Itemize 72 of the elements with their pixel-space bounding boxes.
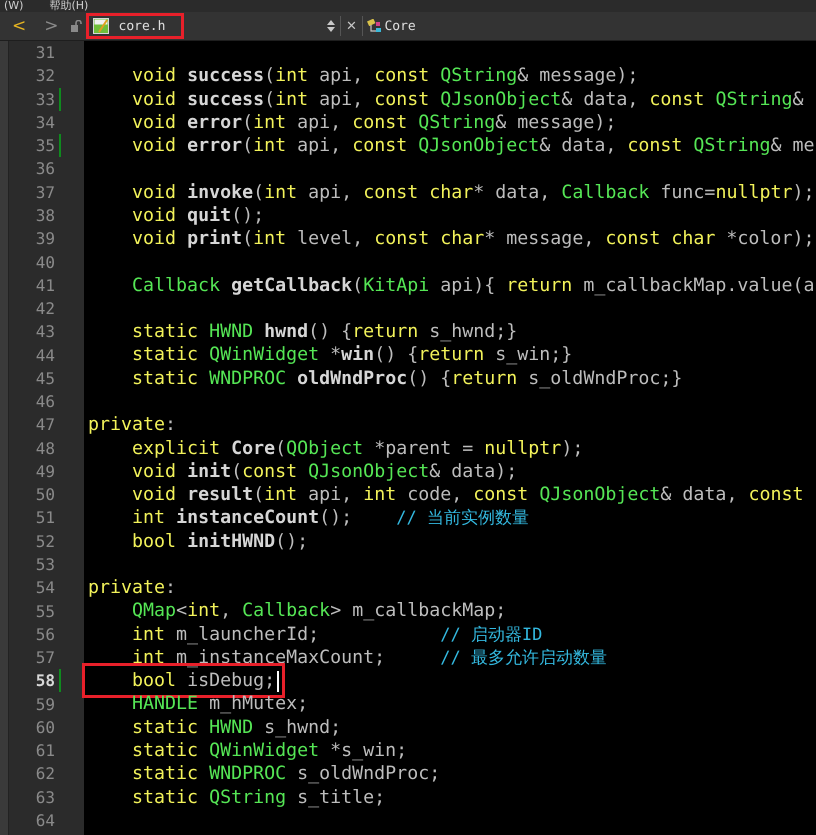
menu-item[interactable]: (W) — [4, 0, 24, 12]
line-number: 51 — [34, 508, 55, 528]
close-button[interactable]: × — [344, 16, 358, 36]
line-number: 41 — [34, 276, 55, 295]
code-line: int instanceCount(); // 当前实例数量 — [131, 506, 529, 530]
line-number: 52 — [34, 532, 55, 551]
code-line: Callback getCallback(KitApi api){ return m_callbackMap.value(a — [131, 274, 814, 297]
line-number: 34 — [34, 112, 55, 132]
code-line: void error(int api, const QString& message); — [131, 110, 616, 134]
text-cursor — [277, 670, 280, 692]
line-number: 61 — [34, 741, 55, 760]
line-number: 46 — [34, 392, 55, 412]
line-number: 32 — [34, 66, 55, 86]
line-number: 43 — [34, 322, 55, 342]
file-icon — [92, 18, 108, 34]
line-number: 39 — [34, 229, 55, 248]
code-line: private: — [88, 576, 176, 600]
line-number: 38 — [34, 206, 55, 225]
code-line: static QString s_title; — [131, 786, 386, 809]
code-line: bool initHWND(); — [131, 530, 308, 553]
line-number: 57 — [34, 648, 55, 668]
code-line: void success(int api, const QJsonObject& data, const QString& — [131, 88, 804, 111]
code-line: static HWND s_hwnd; — [131, 716, 342, 739]
back-button[interactable]: < — [6, 16, 32, 36]
code-line: int m_instanceMaxCount; // 最多允许启动数量 — [131, 646, 607, 670]
code-line: QMap<int, Callback> m_callbackMap; — [131, 599, 506, 623]
line-number: 63 — [34, 788, 55, 807]
line-number: 42 — [34, 299, 55, 318]
code-line: void success(int api, const QString& message); — [131, 64, 638, 88]
code-line: void result(int api, int code, const QJsonObject& data, const — [131, 483, 804, 506]
line-number: 40 — [34, 252, 55, 272]
line-number: 55 — [34, 602, 55, 620]
code-line: static QWinWidget *win() {return s_win;} — [131, 343, 572, 367]
code-line: void init(const QJsonObject& data); — [131, 460, 518, 484]
line-number: 45 — [34, 368, 55, 388]
code-line: bool isDebug; — [88, 669, 280, 692]
code-line: private: — [88, 413, 176, 437]
class-icon — [367, 18, 384, 34]
line-number: 50 — [34, 485, 55, 504]
line-number: 48 — [34, 438, 55, 458]
line-number: 44 — [34, 346, 55, 365]
code-line: static QWinWidget *s_win; — [131, 738, 408, 762]
code-line: static WNDPROC oldWndProc() {return s_oldWndProc;} — [131, 366, 682, 390]
line-number: 35 — [34, 136, 55, 156]
line-number: 59 — [34, 694, 55, 714]
line-number: 58 — [34, 671, 55, 690]
code-line: int m_launcherId; // 启动器ID — [131, 622, 542, 647]
symbol-selector[interactable]: Core — [367, 18, 416, 34]
line-number: 64 — [34, 810, 55, 830]
up-down-icon[interactable] — [326, 19, 336, 33]
code-line: static HWND hwnd() {return s_hwnd;} — [131, 320, 518, 344]
line-number: 37 — [34, 182, 55, 202]
line-number: 56 — [34, 624, 55, 644]
code-line: static WNDPROC s_oldWndProc; — [131, 762, 440, 786]
line-number: 53 — [34, 554, 55, 574]
code-line: void error(int api, const QJsonObject& data, const QString& me — [131, 134, 814, 158]
code-line: void print(int level, const char* message, const char *color); — [131, 227, 814, 250]
line-number: 31 — [34, 43, 55, 62]
line-number: 62 — [34, 764, 55, 784]
line-number: 60 — [34, 718, 55, 737]
line-number: 33 — [34, 90, 55, 109]
code-line: void invoke(int api, const char* data, Callback func=nullptr); — [131, 180, 814, 204]
line-number: 47 — [34, 415, 55, 434]
line-number: 36 — [34, 159, 55, 178]
code-line: void quit(); — [131, 204, 264, 228]
file-selector[interactable]: core.h — [86, 13, 184, 39]
padlock-icon[interactable] — [70, 20, 82, 32]
line-number: 49 — [34, 462, 55, 481]
menu-item[interactable]: 帮助(H) — [49, 0, 88, 12]
line-number: 54 — [34, 578, 55, 598]
code-line: HANDLE m_hMutex; — [131, 692, 308, 716]
code-line: explicit Core(QObject *parent = nullptr); — [131, 436, 584, 460]
